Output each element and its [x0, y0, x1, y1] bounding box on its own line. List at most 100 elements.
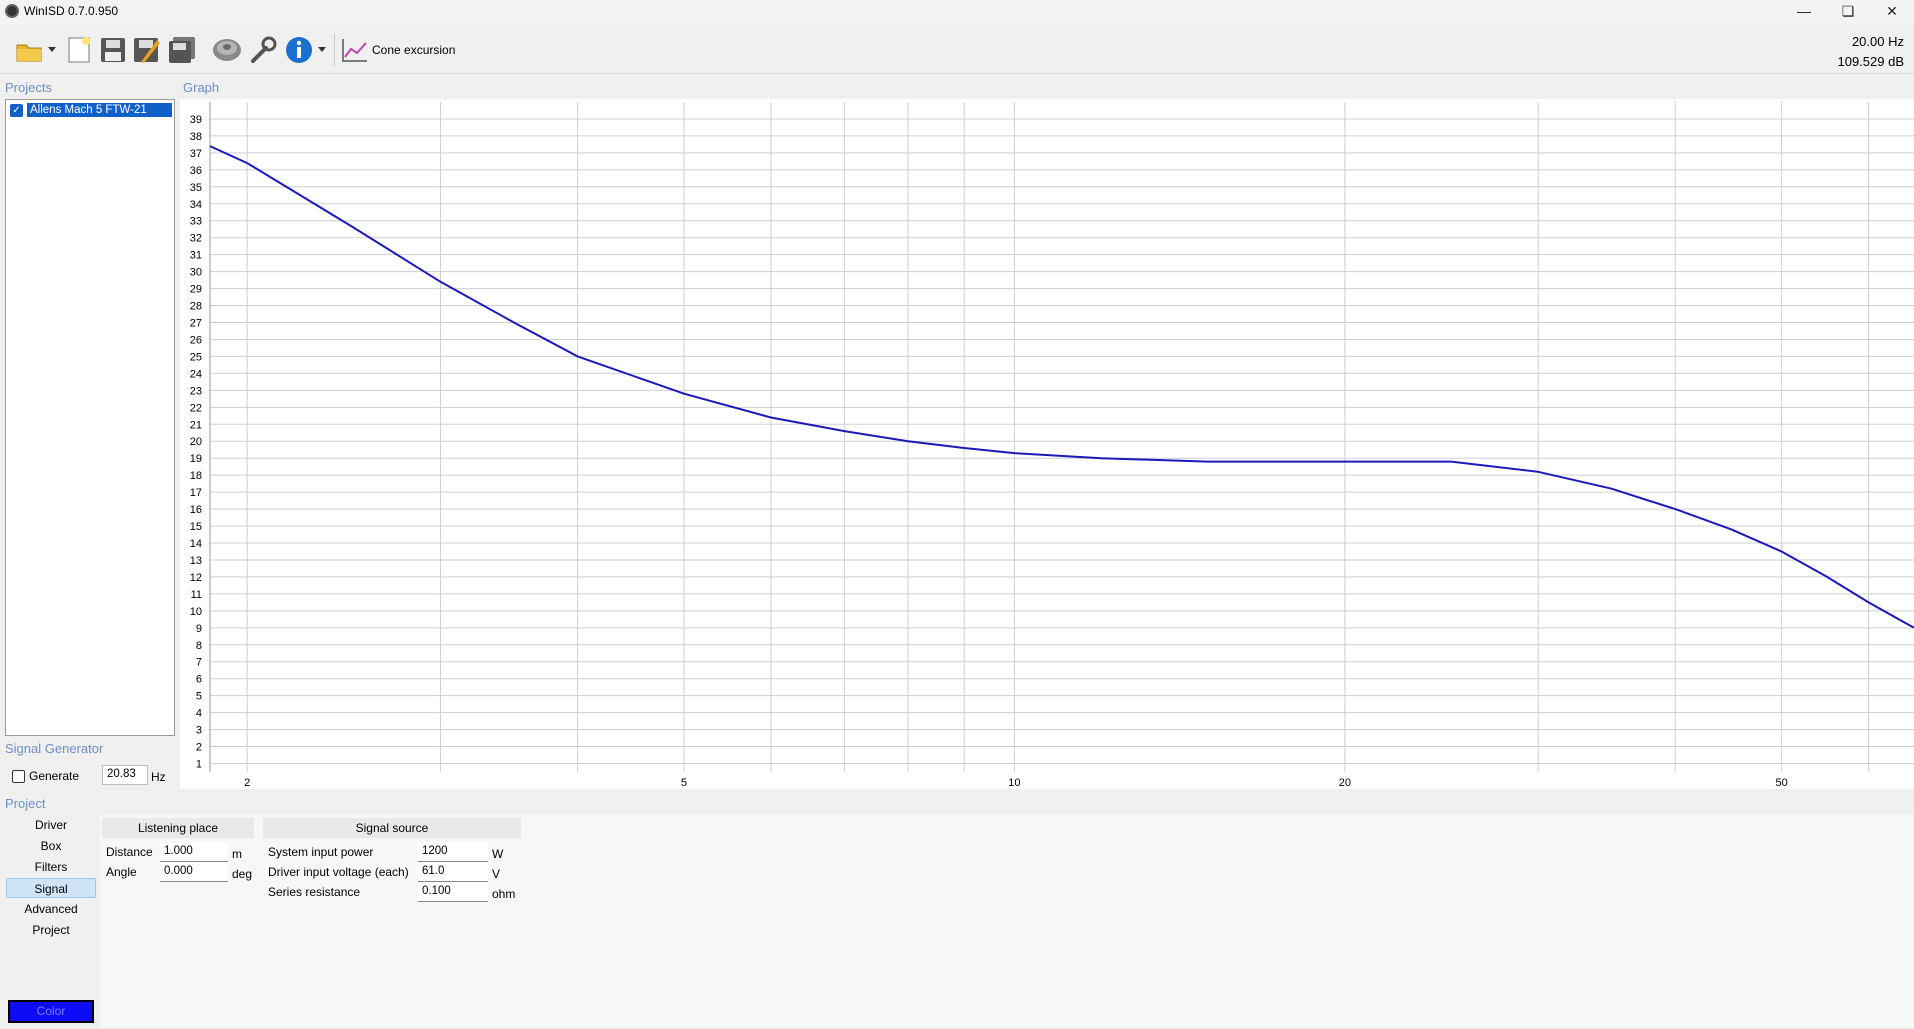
y-tick-label: 37 — [190, 148, 202, 160]
driver-editor-button[interactable] — [210, 32, 244, 68]
y-tick-label: 17 — [190, 487, 202, 499]
options-button[interactable] — [246, 32, 280, 68]
line-chart-icon — [342, 39, 367, 62]
info-icon — [286, 37, 312, 63]
projects-section-label: Projects — [5, 80, 52, 95]
minimize-button[interactable]: — — [1782, 0, 1826, 24]
distance-label: Distance — [106, 845, 153, 859]
save-as-button[interactable] — [130, 32, 164, 68]
nav-item-advanced[interactable]: Advanced — [6, 899, 96, 919]
graph-type-label[interactable]: Cone excursion — [372, 43, 455, 57]
series-resistance-label: Series resistance — [268, 885, 361, 899]
y-tick-label: 13 — [190, 555, 202, 567]
y-tick-label: 19 — [190, 453, 202, 465]
graph-type-button[interactable] — [338, 32, 372, 68]
dropdown-arrow-icon — [48, 47, 56, 52]
system-input-power-unit: W — [492, 847, 504, 861]
project-item[interactable]: ✓ Allens Mach 5 FTW-21 — [10, 103, 172, 117]
x-tick-label: 50 — [1776, 777, 1788, 789]
nav-item-filters[interactable]: Filters — [6, 857, 96, 877]
folder-icon — [16, 44, 42, 62]
angle-label: Angle — [106, 865, 137, 879]
cone-excursion-chart[interactable]: 1234567891011121314151617181920212223242… — [180, 99, 1914, 789]
nav-item-driver[interactable]: Driver — [6, 815, 96, 835]
generate-label: Generate — [29, 769, 80, 783]
y-tick-label: 14 — [190, 538, 202, 550]
save-all-button[interactable] — [166, 32, 200, 68]
y-tick-label: 28 — [190, 301, 202, 313]
title-bar: WinISD 0.7.0.950 — ❏ ✕ — [0, 0, 1914, 24]
new-project-button[interactable] — [62, 32, 96, 68]
graph-panel[interactable]: 1 2 3 4 5 6 7 8 9 10 11 12 13 14 15 16 17 18 19 20 21 22 23 24 2… — [180, 99, 1914, 789]
generate-toggle[interactable]: Generate — [12, 769, 79, 783]
y-tick-label: 16 — [190, 504, 202, 516]
new-document-icon — [68, 37, 90, 63]
y-tick-label: 4 — [196, 708, 202, 720]
y-tick-label: 12 — [190, 572, 202, 584]
y-tick-label: 8 — [196, 640, 202, 652]
y-tick-label: 22 — [190, 402, 202, 414]
window-title: WinISD 0.7.0.950 — [24, 4, 119, 18]
save-button[interactable] — [96, 32, 130, 68]
y-tick-label: 5 — [196, 691, 202, 703]
project-name[interactable]: Allens Mach 5 FTW-21 — [27, 103, 172, 117]
save-all-icon — [169, 37, 195, 63]
y-tick-label: 30 — [190, 267, 202, 279]
angle-unit: deg — [232, 867, 253, 881]
color-button[interactable]: Color — [8, 1000, 94, 1023]
system-input-power-input[interactable]: 1200 — [418, 842, 488, 862]
x-tick-label: 10 — [1008, 777, 1020, 789]
close-button[interactable]: ✕ — [1870, 0, 1914, 24]
about-dropdown-button[interactable] — [316, 32, 328, 68]
save-icon — [101, 38, 125, 62]
distance-input[interactable]: 1.000 — [160, 842, 228, 862]
angle-input[interactable]: 0.000 — [160, 862, 228, 882]
toolbar-separator — [334, 34, 335, 66]
y-tick-label: 32 — [190, 233, 202, 245]
dropdown-arrow-icon — [318, 47, 326, 52]
nav-item-box[interactable]: Box — [6, 836, 96, 856]
nav-item-signal[interactable]: Signal — [6, 878, 96, 898]
signal-settings-panel: Listening place Distance 1.000 m Angle 0… — [100, 815, 1914, 1027]
cursor-level-readout: 109.529 dB — [1837, 54, 1904, 69]
listening-place-header: Listening place — [102, 818, 254, 838]
open-project-button[interactable] — [12, 32, 48, 68]
y-tick-label: 36 — [190, 165, 202, 177]
x-tick-label: 5 — [681, 777, 687, 789]
restore-button[interactable]: ❏ — [1826, 0, 1870, 24]
project-section-label: Project — [5, 796, 46, 811]
open-dropdown-button[interactable] — [46, 32, 58, 68]
projects-list[interactable]: ✓ Allens Mach 5 FTW-21 — [5, 99, 175, 736]
y-tick-label: 23 — [190, 385, 202, 397]
driver-input-voltage-unit: V — [492, 867, 501, 881]
signal-source-header: Signal source — [263, 818, 521, 838]
y-tick-label: 2 — [196, 742, 202, 754]
distance-unit: m — [232, 847, 242, 861]
generator-frequency-input[interactable]: 20.83 — [102, 765, 148, 785]
generate-checkbox[interactable] — [12, 769, 25, 783]
series-resistance-unit: ohm — [492, 887, 516, 901]
signal-generator-section-label: Signal Generator — [5, 741, 104, 756]
nav-item-project[interactable]: Project — [6, 920, 96, 940]
y-tick-label: 31 — [190, 250, 202, 262]
y-tick-label: 7 — [196, 657, 202, 669]
driver-input-voltage-label: Driver input voltage (each) — [268, 865, 409, 879]
system-input-power-label: System input power — [268, 845, 374, 859]
y-tick-label: 26 — [190, 334, 202, 346]
speaker-icon — [213, 39, 241, 61]
toolbar: Cone excursion 20.00 Hz 109.529 dB — [0, 26, 1914, 74]
x-tick-label: 20 — [1339, 777, 1351, 789]
y-tick-label: 38 — [190, 131, 202, 143]
cursor-frequency-readout: 20.00 Hz — [1851, 34, 1904, 49]
driver-input-voltage-input[interactable]: 61.0 — [418, 862, 488, 882]
y-tick-label: 9 — [196, 623, 202, 635]
y-tick-label: 29 — [190, 284, 202, 296]
series-resistance-input[interactable]: 0.100 — [418, 882, 488, 902]
y-tick-label: 35 — [190, 182, 202, 194]
y-tick-label: 11 — [191, 589, 202, 601]
generator-frequency-unit: Hz — [151, 770, 166, 784]
project-checkbox[interactable]: ✓ — [10, 103, 23, 117]
y-tick-label: 20 — [190, 436, 202, 448]
y-tick-label: 33 — [190, 216, 202, 228]
about-button[interactable] — [282, 32, 316, 68]
